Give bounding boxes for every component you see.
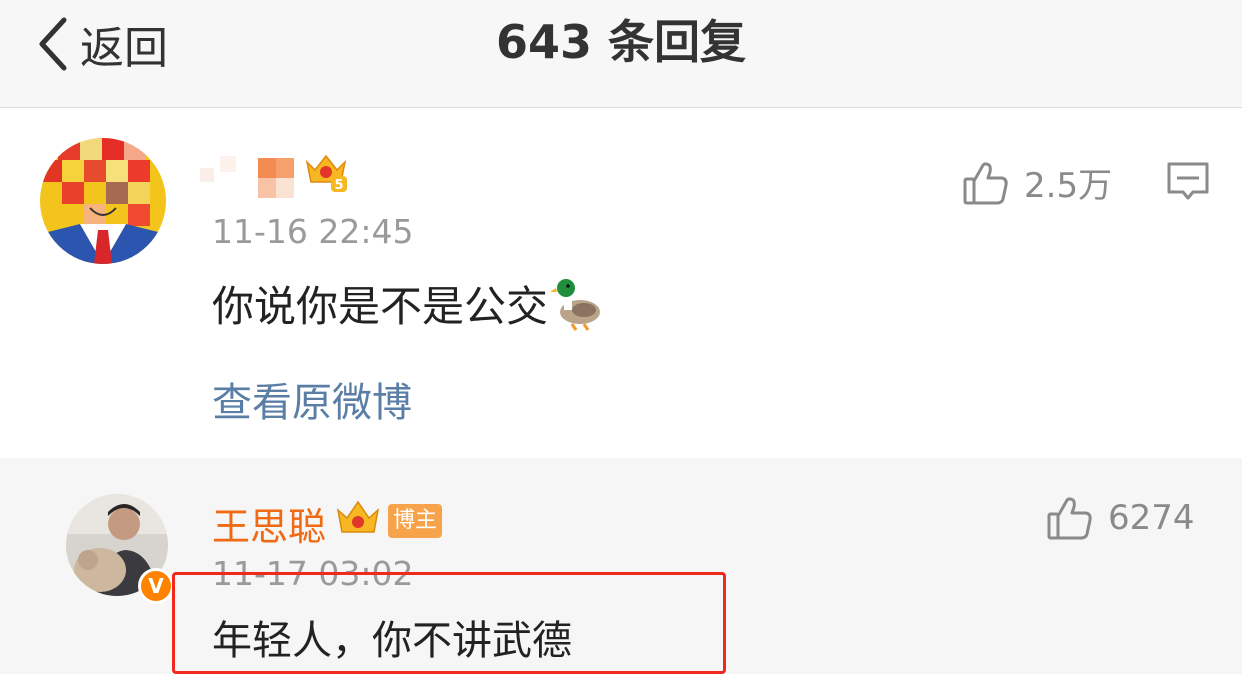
thumbs-up-icon: [963, 161, 1008, 204]
crown-vip-icon: [336, 500, 380, 533]
view-original-weibo-link[interactable]: 查看原微博: [212, 370, 412, 428]
comment-text-body: 你说你是不是公交: [212, 282, 549, 331]
duck-emoji: [550, 278, 601, 331]
thumbs-up-icon: [1047, 497, 1092, 540]
top-bar: 返回 643 条回复: [0, 0, 1242, 108]
comment-icon[interactable]: [1166, 160, 1210, 204]
reply-username[interactable]: 王思聪: [212, 496, 326, 551]
like-count: 2.5万: [1024, 166, 1113, 206]
comment-text: 你说你是不是公交: [212, 273, 606, 334]
original-comment: 5 11-16 22:45 你说你是不是公交 查看原微博 2.5万: [0, 108, 1242, 458]
like-button[interactable]: 6274: [1046, 494, 1195, 542]
like-count: 6274: [1108, 498, 1195, 538]
highlight-box: [172, 572, 726, 674]
avatar[interactable]: [40, 138, 166, 264]
reply-comment: V 王思聪 博主 11-17 03:02 年轻人，你不讲武德 6274: [0, 458, 1242, 674]
comment-timestamp: 11-16 22:45: [212, 212, 414, 251]
svg-text:5: 5: [334, 178, 343, 193]
crown-level-icon: 5: [305, 154, 347, 193]
like-button[interactable]: 2.5万: [962, 158, 1112, 207]
page-title: 643 条回复: [495, 15, 747, 69]
verified-badge: V: [138, 568, 174, 604]
pixelated-avatar-image: [40, 138, 166, 264]
blogger-badge: 博主: [388, 504, 442, 538]
